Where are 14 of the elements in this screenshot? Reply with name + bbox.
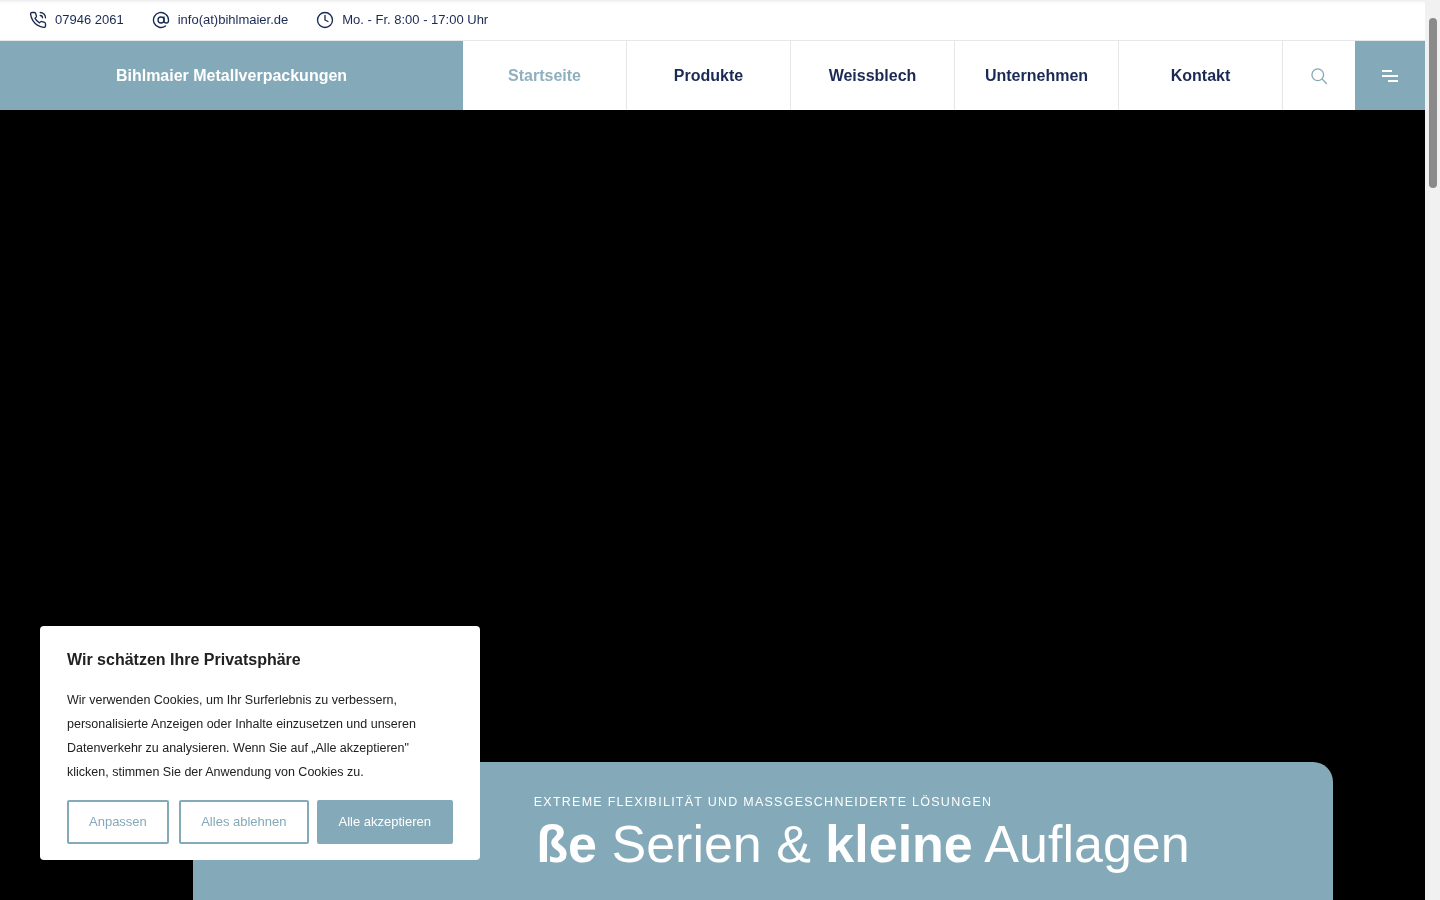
menu-icon — [1380, 67, 1400, 84]
contact-text[interactable]: info(at)bihlmaier.de — [177, 10, 289, 30]
hero-headline: ße Serien & kleine Auflagen — [536, 815, 1190, 873]
menu-button[interactable] — [1355, 41, 1425, 110]
scrollbar[interactable] — [1425, 0, 1440, 900]
cookie-title: Wir schätzen Ihre Privatsphäre — [67, 650, 302, 670]
cookie-text: Wir verwenden Cookies, um Ihr Surferlebnis zu verbessern, personalisierte Anzeigen oder Inhalte einzusetzen und unseren Datenverkehr zu analysieren. Wenn Sie auf „Alle akzeptieren" klicken, stimmen Sie der Anwendung von Cookies zu. — [67, 692, 417, 781]
clock-icon — [316, 11, 335, 29]
search-icon — [1309, 65, 1329, 86]
phone-icon — [29, 11, 47, 29]
at-sign-icon — [151, 11, 170, 29]
contact-text[interactable]: Mo. - Fr. 8:00 - 17:00 Uhr — [342, 10, 489, 30]
contact-text[interactable]: 07946 2061 — [55, 10, 124, 30]
hero-kicker: EXTREME FLEXIBILITÄT UND MASSGESCHNEIDERTE LÖSUNGEN — [533, 794, 993, 811]
